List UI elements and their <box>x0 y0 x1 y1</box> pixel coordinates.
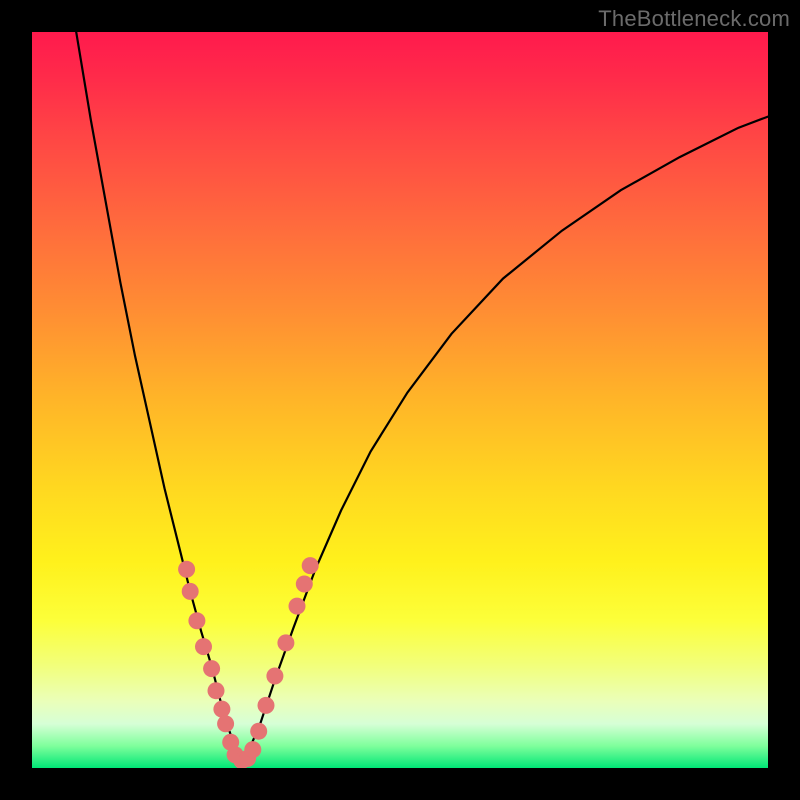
datapoint-marker <box>266 668 283 685</box>
datapoint-marker <box>302 557 319 574</box>
datapoint-marker <box>203 660 220 677</box>
chart-frame: TheBottleneck.com <box>0 0 800 800</box>
datapoint-marker <box>244 741 261 758</box>
curve-left-branch <box>76 32 242 761</box>
datapoint-marker <box>250 723 267 740</box>
datapoint-marker <box>195 638 212 655</box>
chart-svg <box>32 32 768 768</box>
datapoint-marker <box>258 697 275 714</box>
datapoint-marker <box>289 598 306 615</box>
datapoint-marker <box>213 701 230 718</box>
plot-area <box>32 32 768 768</box>
datapoint-marker <box>208 682 225 699</box>
datapoint-marker <box>277 634 294 651</box>
datapoint-marker <box>178 561 195 578</box>
datapoint-marker <box>217 715 234 732</box>
curve-right-branch <box>242 117 768 761</box>
datapoint-marker <box>182 583 199 600</box>
datapoint-markers <box>178 557 319 768</box>
watermark-label: TheBottleneck.com <box>598 6 790 32</box>
datapoint-marker <box>188 612 205 629</box>
bottleneck-curve <box>76 32 768 761</box>
datapoint-marker <box>296 576 313 593</box>
